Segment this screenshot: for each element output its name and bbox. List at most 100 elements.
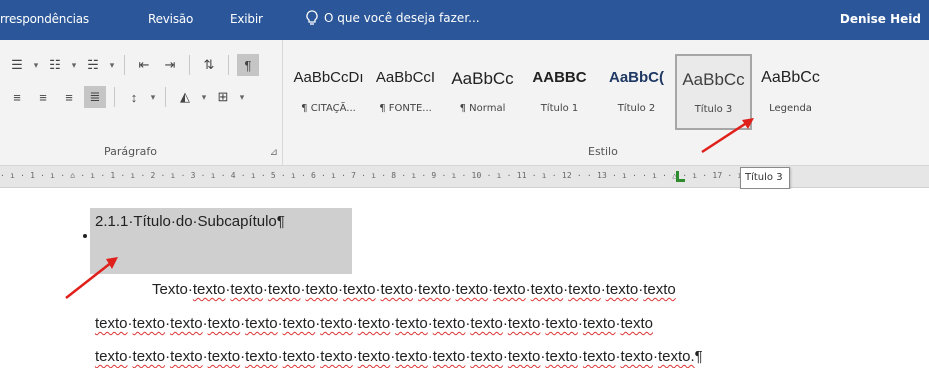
bullets-icon[interactable]: ☰: [6, 54, 28, 76]
align-center-icon[interactable]: ≡: [32, 86, 54, 108]
style-legenda[interactable]: AaBbCc Legenda: [752, 54, 829, 130]
style-titulo-3[interactable]: AaBbCc Título 3: [675, 54, 752, 130]
tab-stop-marker[interactable]: [676, 171, 685, 182]
style-label: Legenda: [769, 103, 812, 114]
styles-gallery: AaBbCcDı ¶ CITAÇÃ... AaBbCcI ¶ FONTE... …: [290, 54, 829, 130]
style-titulo-1[interactable]: AABBC Título 1: [521, 54, 598, 130]
body-word: texto: [395, 348, 428, 365]
body-word: texto: [530, 281, 564, 298]
style-preview: AaBbCc: [761, 69, 820, 86]
ruler-scale: · ı · 1 · ı · ⌂ · ı · 1 · ı · 2 · ı · 3 …: [0, 171, 753, 180]
ribbon-body: ☰ ▾ ☷ ▾ ☵ ▾ ⇤ ⇥ ⇅ ¶ ≡ ≡ ≡ ≣ ↕ ▾ ◭ ▾ ⊞ ▾ Parágr…: [0, 40, 929, 166]
document-heading[interactable]: 2.1.1·Título·do·Subcapítulo¶: [95, 213, 285, 230]
body-word: texto: [493, 281, 526, 298]
chevron-down-icon[interactable]: ▾: [32, 54, 40, 76]
decrease-indent-icon[interactable]: ⇤: [133, 54, 155, 76]
chevron-down-icon[interactable]: ▾: [200, 86, 208, 108]
multilevel-list-icon[interactable]: ☵: [82, 54, 104, 76]
divider: [228, 55, 229, 75]
body-word: texto: [605, 281, 639, 298]
style-fonte[interactable]: AaBbCcI ¶ FONTE...: [367, 54, 444, 130]
pilcrow-mark: ¶: [694, 348, 703, 365]
lightbulb-icon: [306, 10, 318, 25]
divider: [124, 55, 125, 75]
style-preview: AaBbCcI: [375, 69, 436, 86]
style-normal[interactable]: AaBbCc ¶ Normal: [444, 54, 521, 130]
dialog-launcher-icon[interactable]: ⊿: [270, 147, 278, 158]
increase-indent-icon[interactable]: ⇥: [159, 54, 181, 76]
body-word: texto: [620, 348, 653, 365]
body-word: texto: [320, 315, 353, 332]
body-line-1[interactable]: Texto·texto·texto·texto·texto·texto·text…: [152, 281, 676, 298]
body-word: texto: [282, 315, 316, 332]
style-preview: AaBbCc: [682, 70, 745, 89]
body-line-3[interactable]: texto·texto·texto·texto·texto·texto·text…: [95, 348, 703, 365]
divider: [189, 55, 190, 75]
body-word: texto: [643, 281, 676, 298]
show-marks-icon[interactable]: ¶: [237, 54, 259, 76]
chevron-down-icon[interactable]: ▾: [149, 86, 157, 108]
sort-icon[interactable]: ⇅: [198, 54, 220, 76]
tab-correspondencias[interactable]: rrespondências: [0, 12, 89, 26]
body-word: texto: [230, 281, 263, 298]
numbering-icon[interactable]: ☷: [44, 54, 66, 76]
body-word: texto: [132, 348, 166, 365]
paragraph-row-1: ☰ ▾ ☷ ▾ ☵ ▾ ⇤ ⇥ ⇅ ¶: [6, 52, 259, 78]
body-word: texto: [342, 281, 376, 298]
style-citacao[interactable]: AaBbCcDı ¶ CITAÇÃ...: [290, 54, 367, 130]
body-word: texto: [432, 315, 466, 332]
line-spacing-icon[interactable]: ↕: [123, 86, 145, 108]
align-left-icon[interactable]: ≡: [6, 86, 28, 108]
body-word: texto: [305, 281, 338, 298]
body-word: texto: [170, 315, 203, 332]
body-word: texto: [357, 348, 391, 365]
body-word: texto: [568, 281, 601, 298]
paragraph-row-2: ≡ ≡ ≡ ≣ ↕ ▾ ◭ ▾ ⊞ ▾: [6, 84, 246, 110]
body-word: texto: [357, 315, 391, 332]
shading-icon[interactable]: ◭: [174, 86, 196, 108]
body-word: texto: [432, 348, 466, 365]
keep-with-next-mark: [83, 234, 87, 238]
body-word: texto: [545, 315, 578, 332]
body-word: texto: [95, 348, 128, 365]
chevron-down-icon[interactable]: ▾: [108, 54, 116, 76]
body-word: texto: [282, 348, 316, 365]
ribbon-tab-bar: rrespondências Revisão Exibir O que você…: [0, 0, 929, 40]
body-line-2[interactable]: texto·texto·texto·texto·texto·texto·text…: [95, 315, 653, 332]
body-word: texto: [95, 315, 128, 332]
body-word: texto: [470, 315, 503, 332]
tell-me-box[interactable]: O que você deseja fazer...: [306, 10, 480, 26]
body-word: texto: [470, 348, 503, 365]
document-page[interactable]: 2.1.1·Título·do·Subcapítulo¶ Texto·texto…: [0, 189, 929, 368]
style-preview: AaBbC(: [609, 69, 664, 86]
style-label: ¶ CITAÇÃ...: [301, 103, 356, 114]
style-label: ¶ FONTE...: [379, 103, 432, 114]
body-word: texto: [267, 281, 301, 298]
body-word: texto: [582, 348, 616, 365]
chevron-down-icon[interactable]: ▾: [70, 54, 78, 76]
body-word: texto: [455, 281, 489, 298]
styles-group: AaBbCcDı ¶ CITAÇÃ... AaBbCcI ¶ FONTE... …: [286, 40, 929, 166]
borders-icon[interactable]: ⊞: [212, 86, 234, 108]
body-word: texto: [207, 315, 241, 332]
style-titulo-2[interactable]: AaBbC( Título 2: [598, 54, 675, 130]
body-word: texto: [545, 348, 578, 365]
style-preview: AABBC: [532, 69, 587, 86]
chevron-down-icon[interactable]: ▾: [238, 86, 246, 108]
body-word: texto: [395, 315, 428, 332]
body-word: texto: [507, 315, 541, 332]
align-right-icon[interactable]: ≡: [58, 86, 80, 108]
body-word: texto: [245, 348, 278, 365]
paragraph-group: ☰ ▾ ☷ ▾ ☵ ▾ ⇤ ⇥ ⇅ ¶ ≡ ≡ ≡ ≣ ↕ ▾ ◭ ▾ ⊞ ▾ Parágr…: [0, 40, 283, 166]
body-word: texto: [507, 348, 541, 365]
style-label: Título 3: [694, 104, 733, 115]
justify-icon[interactable]: ≣: [84, 86, 106, 108]
tell-me-text: O que você deseja fazer...: [324, 11, 480, 25]
user-name[interactable]: Denise Heid: [840, 12, 921, 26]
body-word: texto: [132, 315, 166, 332]
style-preview: AaBbCcDı: [293, 69, 364, 86]
divider: [165, 87, 166, 107]
style-tooltip: Título 3: [740, 167, 790, 189]
tab-exibir[interactable]: Exibir: [230, 12, 263, 26]
tab-revisao[interactable]: Revisão: [148, 12, 193, 26]
